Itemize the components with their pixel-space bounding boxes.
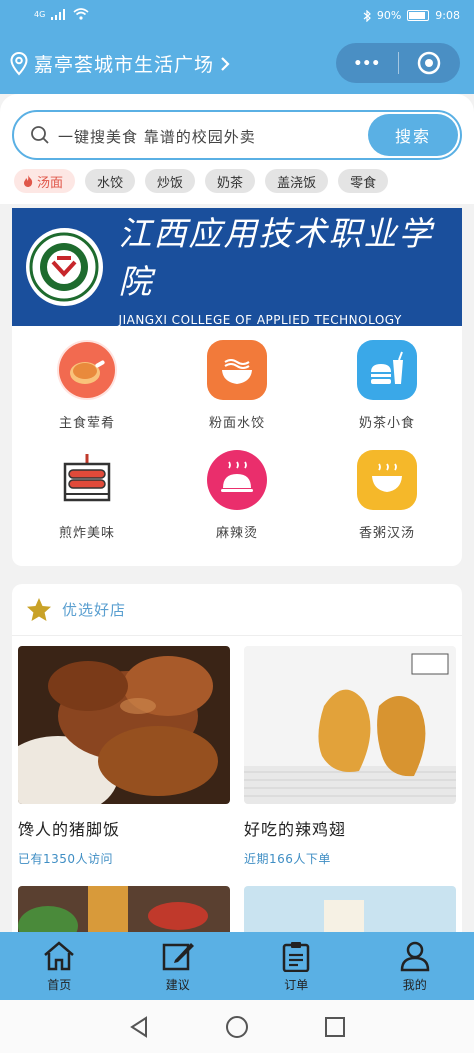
category-spicy-hotpot[interactable]: 麻辣烫 [162, 450, 312, 560]
tab-label: 我的 [402, 977, 427, 992]
category-label: 奶茶小食 [358, 416, 415, 431]
more-dots: ••• [353, 56, 381, 72]
location-selector[interactable]: 嘉亭荟城市生活广场 [10, 50, 230, 77]
featured-title: 优选好店 [62, 601, 127, 619]
tab-orders[interactable]: 订单 [237, 932, 356, 1000]
nav-bar: 嘉亭荟城市生活广场 ••• [0, 34, 474, 94]
tab-bar: 首页 建议 订单 我的 [0, 932, 474, 1000]
shop-card[interactable]: 好吃的辣鸡翅 近期166人下单 [244, 646, 456, 867]
chicken-wings-image [244, 646, 456, 804]
tag-item[interactable]: 零食 [338, 169, 389, 193]
roast-chicken-icon [57, 340, 117, 400]
location-label: 嘉亭荟城市生活广场 [34, 54, 215, 76]
category-label: 麻辣烫 [215, 526, 258, 541]
signal-icon [51, 8, 66, 20]
system-navigation [0, 1000, 474, 1053]
banner-title: 江西应用技术职业学院 [118, 214, 434, 301]
battery-percent: 90% [376, 9, 402, 22]
search-button[interactable]: 搜索 [368, 114, 458, 156]
category-label: 主食荤肴 [58, 416, 115, 431]
tab-label: 首页 [47, 977, 72, 992]
category-main-dishes[interactable]: 主食荤肴 [12, 340, 162, 450]
tag-item[interactable]: 炒饭 [145, 169, 196, 193]
college-banner[interactable]: 江西应用技术职业学院 JIANGXI COLLEGE OF APPLIED TE… [12, 207, 462, 327]
search-input[interactable]: 一键搜美食 靠谱的校园外卖 [58, 126, 256, 147]
miniprogram-capsule: ••• [336, 43, 460, 83]
edit-icon [162, 942, 194, 970]
close-miniprogram-button[interactable] [398, 51, 460, 75]
shop-visits: 已有1350人访问 [18, 852, 114, 866]
food-platter-image[interactable] [18, 886, 230, 932]
status-right: 90% 9:08 [363, 9, 460, 22]
category-noodles[interactable]: 粉面水饺 [162, 340, 312, 450]
category-label: 香粥汉汤 [358, 526, 415, 541]
home-icon [44, 940, 75, 970]
hot-tags: 汤面 水饺 炒饭 奶茶 盖浇饭 零食 [14, 169, 389, 193]
back-icon[interactable] [128, 1015, 150, 1039]
network-label: 4G [34, 9, 46, 19]
battery-icon [407, 10, 430, 21]
category-label: 煎炸美味 [58, 526, 115, 541]
fire-icon [24, 175, 33, 187]
featured-header: 优选好店 [12, 584, 462, 636]
user-icon [400, 941, 430, 971]
shop-orders: 近期166人下单 [244, 852, 331, 866]
chevron-right-icon [221, 56, 230, 71]
main-content: 一键搜美食 靠谱的校园外卖 搜索 汤面 水饺 炒饭 奶茶 盖浇饭 零食 江西应用… [0, 94, 474, 932]
noodle-bowl-icon [207, 340, 267, 400]
tab-suggestions[interactable]: 建议 [119, 932, 238, 1000]
home-circle-icon[interactable] [225, 1015, 249, 1039]
status-left: 4G [34, 8, 89, 20]
shop-list: 馋人的猪脚饭 已有1350人访问 好吃的辣鸡翅 近期166人下单 [18, 646, 458, 867]
category-fried[interactable]: 煎炸美味 [12, 450, 162, 560]
college-logo [26, 228, 103, 306]
tab-label: 订单 [284, 977, 309, 992]
shop-name: 好吃的辣鸡翅 [244, 820, 347, 839]
shop-name: 馋人的猪脚饭 [18, 820, 121, 839]
search-box[interactable]: 一键搜美食 靠谱的校园外卖 搜索 [12, 110, 462, 160]
tag-item[interactable]: 水饺 [85, 169, 136, 193]
category-grid: 主食荤肴 粉面水饺 奶茶小食 煎炸美味 麻辣烫 香粥汉汤 [12, 326, 462, 566]
category-soup[interactable]: 香粥汉汤 [312, 450, 462, 560]
recent-apps-icon[interactable] [324, 1016, 346, 1038]
target-icon [417, 51, 441, 75]
shop-card[interactable]: 馋人的猪脚饭 已有1350人访问 [18, 646, 230, 867]
featured-shops: 优选好店 馋人的猪脚饭 已有1350人访问 好吃的辣鸡翅 近期166人下单 [12, 584, 462, 932]
shop-list-row2 [18, 886, 458, 932]
bluetooth-icon [363, 9, 371, 22]
sausage-grill-icon [57, 450, 117, 510]
drink-image[interactable] [244, 886, 456, 932]
search-icon [30, 125, 50, 149]
soup-bowl-icon [357, 450, 417, 510]
cloche-icon [207, 450, 267, 510]
tab-home[interactable]: 首页 [0, 932, 119, 1000]
tab-label: 建议 [165, 977, 190, 992]
star-icon [27, 597, 51, 621]
more-button[interactable]: ••• [336, 55, 398, 71]
tab-profile[interactable]: 我的 [356, 932, 474, 1000]
category-label: 粉面水饺 [208, 416, 265, 431]
wifi-icon [73, 8, 89, 20]
banner-subtitle: JIANGXI COLLEGE OF APPLIED TECHNOLOGY [118, 313, 402, 327]
status-bar: 4G 90% 9:08 [0, 0, 474, 34]
pork-trotter-image [18, 646, 230, 804]
tag-item[interactable]: 盖浇饭 [265, 169, 329, 193]
tag-item[interactable]: 奶茶 [205, 169, 256, 193]
banner-text: 江西应用技术职业学院 JIANGXI COLLEGE OF APPLIED TE… [119, 207, 462, 327]
clock: 9:08 [435, 9, 460, 22]
burger-drink-icon [357, 340, 417, 400]
tag-label: 汤面 [37, 175, 64, 191]
tag-item[interactable]: 汤面 [14, 169, 76, 193]
category-milk-tea[interactable]: 奶茶小食 [312, 340, 462, 450]
location-pin-icon [10, 51, 28, 75]
clipboard-icon [283, 941, 310, 972]
